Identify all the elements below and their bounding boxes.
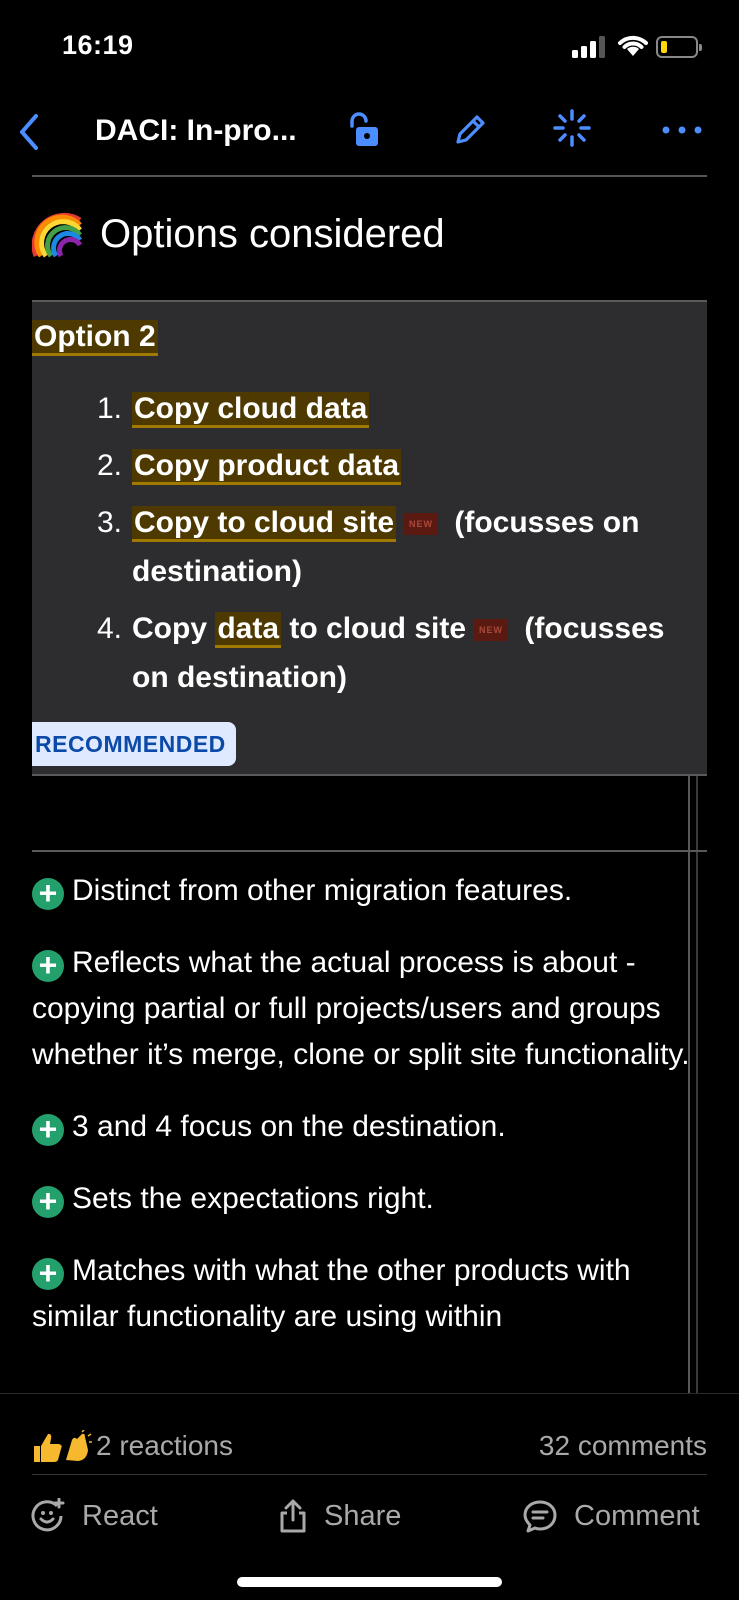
highlighted-text: Copy to cloud site xyxy=(132,506,397,542)
table-row-divider xyxy=(32,850,707,852)
recommended-status-badge: RECOMMENDED xyxy=(32,722,236,766)
more-icon[interactable] xyxy=(660,118,704,142)
status-bar: 16:19 xyxy=(0,0,739,92)
react-button[interactable]: React xyxy=(30,1490,158,1542)
pro-text: Distinct from other migration features. xyxy=(72,874,573,907)
list-item: 1. Copy cloud data xyxy=(62,384,692,433)
cellular-signal-icon xyxy=(572,36,606,58)
pro-item: + Distinct from other migration features. xyxy=(32,868,692,914)
thumbs-up-clap-icon[interactable] xyxy=(32,1430,92,1464)
list-item: 3. Copy to cloud site NEW (focusses on de… xyxy=(62,498,692,596)
plus-icon: + xyxy=(32,1113,64,1146)
pro-text: Sets the expectations right. xyxy=(72,1182,434,1215)
plus-icon: + xyxy=(32,1257,64,1290)
pro-text: Reflects what the actual process is abou… xyxy=(32,946,690,1071)
list-text-rest: to cloud site xyxy=(281,612,467,645)
loading-spinner-icon[interactable] xyxy=(552,108,592,148)
share-button[interactable]: Share xyxy=(278,1490,401,1542)
share-icon xyxy=(280,1499,306,1533)
plus-icon: + xyxy=(32,1185,64,1218)
home-indicator[interactable] xyxy=(237,1577,502,1587)
status-time: 16:19 xyxy=(62,30,134,60)
bottom-action-bar: 2 reactions 32 comments React Share Comm… xyxy=(0,1393,739,1600)
list-item: 4. Copy data to cloud site NEW (focusses … xyxy=(62,604,692,702)
bottom-divider xyxy=(32,1474,707,1475)
plus-icon: + xyxy=(32,949,64,982)
reactions-count[interactable]: 2 reactions xyxy=(96,1430,233,1462)
add-reaction-icon xyxy=(31,1498,65,1532)
pro-item: + Sets the expectations right. xyxy=(32,1176,692,1222)
comment-label: Comment xyxy=(574,1499,700,1532)
section-heading: Options considered xyxy=(32,208,445,260)
list-item: 2. Copy product data xyxy=(62,441,692,490)
comment-button[interactable]: Comment xyxy=(522,1490,700,1542)
section-title: Options considered xyxy=(100,211,445,256)
new-badge: NEW xyxy=(404,513,439,536)
share-label: Share xyxy=(324,1499,402,1532)
comments-count[interactable]: 32 comments xyxy=(539,1430,707,1462)
option-list: 1. Copy cloud data 2. Copy product data … xyxy=(62,384,692,710)
pencil-icon[interactable] xyxy=(450,110,490,150)
highlighted-text: Copy product data xyxy=(132,449,402,485)
top-nav-bar: DACI: In-pro... xyxy=(0,100,739,164)
list-number: 1. xyxy=(96,392,122,425)
option-table-cell[interactable]: Option 2 1. Copy cloud data 2. Copy prod… xyxy=(32,300,707,776)
pro-item: + Matches with what the other products wi… xyxy=(32,1248,692,1340)
wifi-icon xyxy=(618,35,648,56)
new-badge: NEW xyxy=(474,619,509,642)
option-title: Option 2 xyxy=(32,320,158,356)
pro-text: 3 and 4 focus on the destination. xyxy=(72,1110,506,1143)
highlighted-text: data xyxy=(215,612,282,648)
back-chevron-icon[interactable] xyxy=(14,110,44,154)
comment-icon xyxy=(523,1500,557,1533)
rainbow-icon xyxy=(32,212,83,258)
list-text-pre: Copy xyxy=(132,612,216,645)
react-label: React xyxy=(82,1499,158,1532)
list-number: 4. xyxy=(96,612,122,645)
pros-list: + Distinct from other migration features.… xyxy=(32,868,692,1366)
battery-icon xyxy=(656,36,702,58)
page-title[interactable]: DACI: In-pro... xyxy=(95,114,297,148)
unlock-icon[interactable] xyxy=(346,110,382,150)
plus-icon: + xyxy=(32,877,64,910)
pro-text: Matches with what the other products wit… xyxy=(32,1254,631,1333)
highlighted-text: Copy cloud data xyxy=(132,392,370,428)
pro-item: +3 and 4 focus on the destination. xyxy=(32,1104,692,1150)
pro-item: + Reflects what the actual process is abo… xyxy=(32,940,692,1078)
list-number: 2. xyxy=(96,449,122,482)
nav-divider xyxy=(32,175,707,177)
list-number: 3. xyxy=(96,506,122,539)
option-title-text: Option 2 xyxy=(32,320,158,356)
